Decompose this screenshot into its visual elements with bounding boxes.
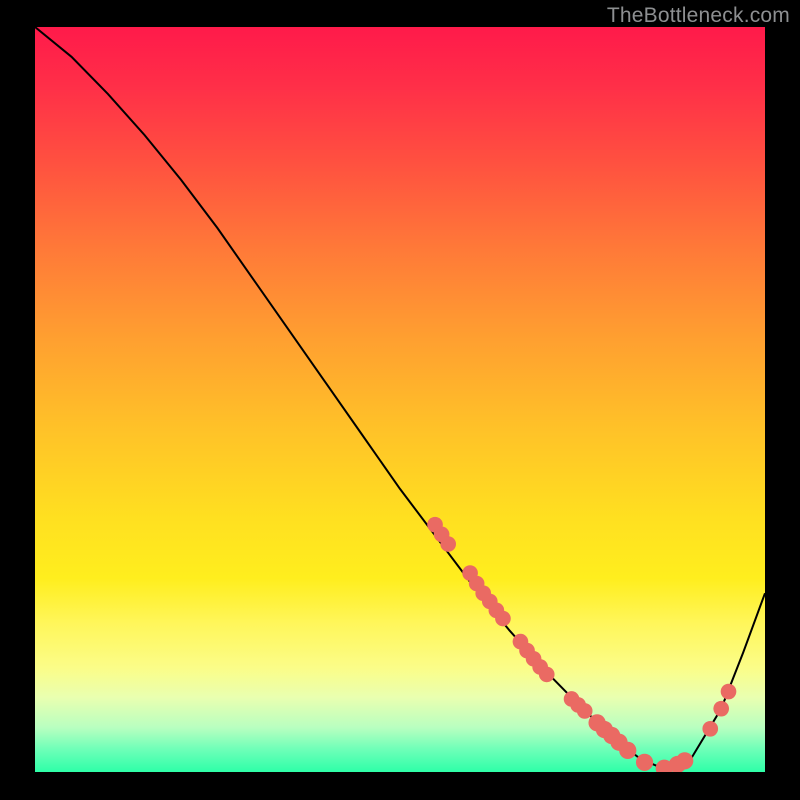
curve-marker <box>636 754 653 771</box>
curve-marker <box>440 536 456 552</box>
curve-marker <box>539 667 555 683</box>
curve-marker <box>577 703 593 719</box>
watermark-text: TheBottleneck.com <box>607 4 790 28</box>
curve-marker <box>721 684 737 700</box>
curve-marker <box>702 721 718 737</box>
curve-marker <box>619 742 636 759</box>
curve-markers <box>427 517 736 772</box>
curve-marker <box>495 611 511 627</box>
chart-stage: TheBottleneck.com <box>0 0 800 800</box>
curve-marker <box>713 701 729 717</box>
plot-area <box>35 27 765 772</box>
chart-svg <box>35 27 765 772</box>
curve-line <box>35 27 765 768</box>
curve-marker <box>676 752 693 769</box>
